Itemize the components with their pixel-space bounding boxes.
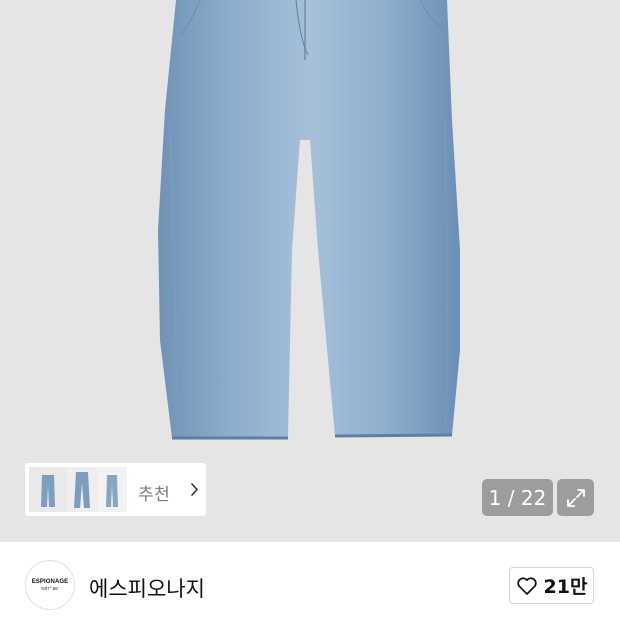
recommend-chip[interactable]: 추천	[25, 463, 206, 516]
brand-logo-subtext: N37° 56'	[41, 586, 59, 591]
recommend-thumbnails	[29, 467, 127, 512]
product-image-gallery[interactable]: 추천 1 / 22	[0, 0, 620, 542]
image-page-counter: 1 / 22	[482, 479, 553, 516]
like-button[interactable]: 21만	[509, 567, 594, 604]
expand-icon	[566, 488, 585, 507]
product-image-jeans	[158, 0, 460, 440]
like-count: 21만	[543, 576, 588, 598]
brand-name[interactable]: 에스피오나지	[89, 573, 205, 603]
thumbnail	[97, 467, 127, 512]
recommend-label: 추천	[138, 485, 171, 505]
brand-logo[interactable]: ESPIONAGE N37° 56'	[25, 560, 75, 610]
brand-logo-text: ESPIONAGE	[31, 579, 69, 585]
thumbnail	[29, 467, 67, 512]
brand-bar: ESPIONAGE N37° 56' 에스피오나지 21만	[0, 542, 620, 620]
thumbnail	[67, 467, 97, 512]
chevron-right-icon	[191, 483, 198, 496]
expand-image-button[interactable]	[557, 479, 594, 516]
heart-icon	[516, 576, 537, 595]
